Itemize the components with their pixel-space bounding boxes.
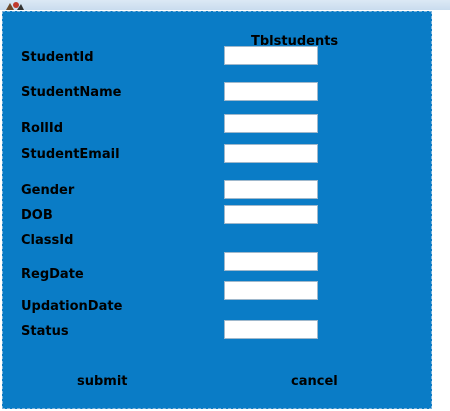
label-gender: Gender bbox=[21, 183, 75, 198]
app-icon bbox=[6, 2, 24, 10]
label-dob: DOB bbox=[21, 208, 53, 223]
label-class-id: ClassId bbox=[21, 233, 74, 248]
label-student-id: StudentId bbox=[21, 50, 94, 65]
cancel-button[interactable]: cancel bbox=[291, 374, 338, 389]
label-updation-date: UpdationDate bbox=[21, 299, 123, 314]
submit-button[interactable]: submit bbox=[77, 374, 128, 389]
gender-input[interactable] bbox=[224, 180, 318, 199]
reg-date-input[interactable] bbox=[224, 281, 318, 300]
student-form-panel: Tblstudents StudentId StudentName RollId… bbox=[2, 11, 432, 409]
student-email-input[interactable] bbox=[224, 144, 318, 163]
class-id-input[interactable] bbox=[224, 252, 318, 271]
dob-input[interactable] bbox=[224, 205, 318, 224]
label-reg-date: RegDate bbox=[21, 267, 84, 282]
roll-id-input[interactable] bbox=[224, 114, 318, 133]
label-student-name: StudentName bbox=[21, 85, 122, 100]
label-status: Status bbox=[21, 324, 69, 339]
window-top-strip bbox=[0, 0, 450, 10]
label-student-email: StudentEmail bbox=[21, 147, 120, 162]
status-input[interactable] bbox=[224, 320, 318, 339]
student-name-input[interactable] bbox=[224, 82, 318, 101]
student-id-input[interactable] bbox=[224, 46, 318, 65]
label-roll-id: RollId bbox=[21, 121, 63, 136]
